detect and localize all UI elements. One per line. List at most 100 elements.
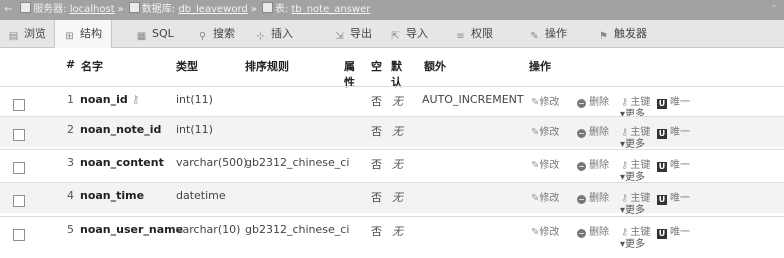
tab-structure[interactable]: ⊞ 结构 <box>54 20 112 48</box>
header-collation[interactable]: 排序规则 <box>245 58 289 74</box>
tab-export[interactable]: ⇲ 导出 <box>334 20 372 47</box>
unique-action[interactable]: U 唯一 <box>657 223 690 239</box>
breadcrumb-db[interactable]: db_leaveword <box>178 4 247 15</box>
unique-action[interactable]: U 唯一 <box>657 93 690 109</box>
row-checkbox[interactable] <box>13 162 25 174</box>
more-dropdown[interactable]: ▾更多 <box>620 235 645 250</box>
tab-operations[interactable]: ✎ 操作 <box>529 20 567 47</box>
collapse-icon[interactable]: ⌃ <box>770 0 778 20</box>
unique-action[interactable]: U 唯一 <box>657 156 690 172</box>
field-type: int(11) <box>176 123 213 136</box>
unique-action[interactable]: U 唯一 <box>657 123 690 139</box>
sql-icon: ▦ <box>136 31 147 42</box>
tab-browse[interactable]: ▤ 浏览 <box>8 20 46 47</box>
delete-label: 删除 <box>589 193 609 204</box>
field-name: noan_time <box>80 189 144 202</box>
breadcrumb-table[interactable]: tb_note_answer <box>291 4 370 15</box>
tab-label: 搜索 <box>213 27 235 40</box>
header-type[interactable]: 类型 <box>176 58 198 74</box>
delete-action[interactable]: − 删除 <box>577 123 609 138</box>
tab-label: 操作 <box>545 27 567 40</box>
edit-action[interactable]: ✎修改 <box>531 189 559 204</box>
field-name-text: noan_id <box>80 93 128 106</box>
table-row: 5 noan_user_name varchar(10) gb2312_chin… <box>0 216 784 250</box>
more-dropdown[interactable]: ▾更多 <box>620 201 645 216</box>
field-name: noan_id ⚷ <box>80 93 142 106</box>
delete-action[interactable]: − 删除 <box>577 93 609 108</box>
edit-action[interactable]: ✎修改 <box>531 223 559 238</box>
back-arrow-icon[interactable]: ← <box>2 0 15 20</box>
triggers-icon: ⚑ <box>599 31 608 42</box>
field-name: noan_note_id <box>80 123 161 136</box>
breadcrumb: ← 服务器: localhost» 数据库: db_leaveword» 表: tb… <box>0 0 784 20</box>
search-icon: ⚲ <box>198 31 207 42</box>
operations-icon: ✎ <box>530 31 539 42</box>
unique-label: 唯一 <box>670 127 690 138</box>
delete-icon: − <box>577 162 586 171</box>
header-action: 操作 <box>529 60 551 73</box>
edit-action[interactable]: ✎修改 <box>531 156 559 171</box>
row-checkbox[interactable] <box>13 229 25 241</box>
unique-action[interactable]: U 唯一 <box>657 189 690 205</box>
tab-label: 权限 <box>471 27 493 40</box>
field-null: 否 <box>371 225 382 238</box>
breadcrumb-server[interactable]: localhost <box>70 4 115 15</box>
tab-bar: ▤ 浏览 ⊞ 结构 ▦ SQL ⚲ 搜索 ⊹ 插入 ⇲ 导出 ⇱ 导入 ≡ 权限 ✎ 操作 ⚑ 触发… <box>0 20 784 48</box>
primary-key-icon: ⚷ <box>131 93 140 106</box>
table-row: 3 noan_content varchar(500) gb2312_chine… <box>0 149 784 183</box>
header-name[interactable]: 名字 <box>81 58 103 74</box>
table-row: 4 noan_time datetime 否 无 ✎修改 − 删除 ⚷ 主键 U 唯一… <box>0 182 784 216</box>
more-dropdown[interactable]: ▾更多 <box>620 135 645 150</box>
browse-icon: ▤ <box>8 31 19 42</box>
tab-insert[interactable]: ⊹ 插入 <box>255 20 293 47</box>
delete-action[interactable]: − 删除 <box>577 189 609 204</box>
tab-import[interactable]: ⇱ 导入 <box>390 20 428 47</box>
field-default: 无 <box>392 95 403 108</box>
tab-privileges[interactable]: ≡ 权限 <box>455 20 493 47</box>
row-number: 4 <box>67 189 74 202</box>
tab-triggers[interactable]: ⚑ 触发器 <box>598 20 647 47</box>
edit-action[interactable]: ✎修改 <box>531 93 559 108</box>
more-dropdown[interactable]: ▾更多 <box>620 168 645 183</box>
delete-label: 删除 <box>589 97 609 108</box>
edit-label: 修改 <box>539 97 560 108</box>
tab-label: 触发器 <box>614 27 647 40</box>
row-checkbox[interactable] <box>13 129 25 141</box>
row-number: 5 <box>67 223 74 236</box>
tab-search[interactable]: ⚲ 搜索 <box>197 20 235 47</box>
more-label: 更多 <box>625 239 646 250</box>
tab-label: SQL <box>152 27 174 40</box>
field-type: datetime <box>176 189 226 202</box>
field-type: varchar(10) <box>176 223 241 236</box>
breadcrumb-sep: » <box>250 4 257 15</box>
field-name: noan_content <box>80 156 164 169</box>
unique-label: 唯一 <box>670 227 690 238</box>
unique-icon: U <box>657 195 667 205</box>
header-null[interactable]: 空 <box>371 58 382 74</box>
row-checkbox[interactable] <box>13 99 25 111</box>
breadcrumb-sep: » <box>117 4 124 15</box>
row-number: 3 <box>67 156 74 169</box>
tab-label: 结构 <box>80 27 102 40</box>
header-extra[interactable]: 额外 <box>424 58 446 74</box>
breadcrumb-table-label: 表: <box>274 4 289 15</box>
unique-icon: U <box>657 229 667 239</box>
field-name-text: noan_content <box>80 156 164 169</box>
row-checkbox[interactable] <box>13 195 25 207</box>
delete-action[interactable]: − 删除 <box>577 223 609 238</box>
tab-label: 导入 <box>406 27 428 40</box>
breadcrumb-db-label: 数据库: <box>141 4 176 15</box>
field-collation: gb2312_chinese_ci <box>245 156 350 169</box>
edit-label: 修改 <box>539 160 560 171</box>
tab-sql[interactable]: ▦ SQL <box>136 20 174 47</box>
row-number: 2 <box>67 123 74 136</box>
field-name: noan_user_name <box>80 223 183 236</box>
edit-action[interactable]: ✎修改 <box>531 123 559 138</box>
header-default-line: 默 <box>391 60 402 73</box>
field-default: 无 <box>392 191 403 204</box>
more-label: 更多 <box>625 205 646 216</box>
delete-action[interactable]: − 删除 <box>577 156 609 171</box>
edit-label: 修改 <box>539 227 560 238</box>
unique-icon: U <box>657 129 667 139</box>
field-name-text: noan_note_id <box>80 123 162 136</box>
